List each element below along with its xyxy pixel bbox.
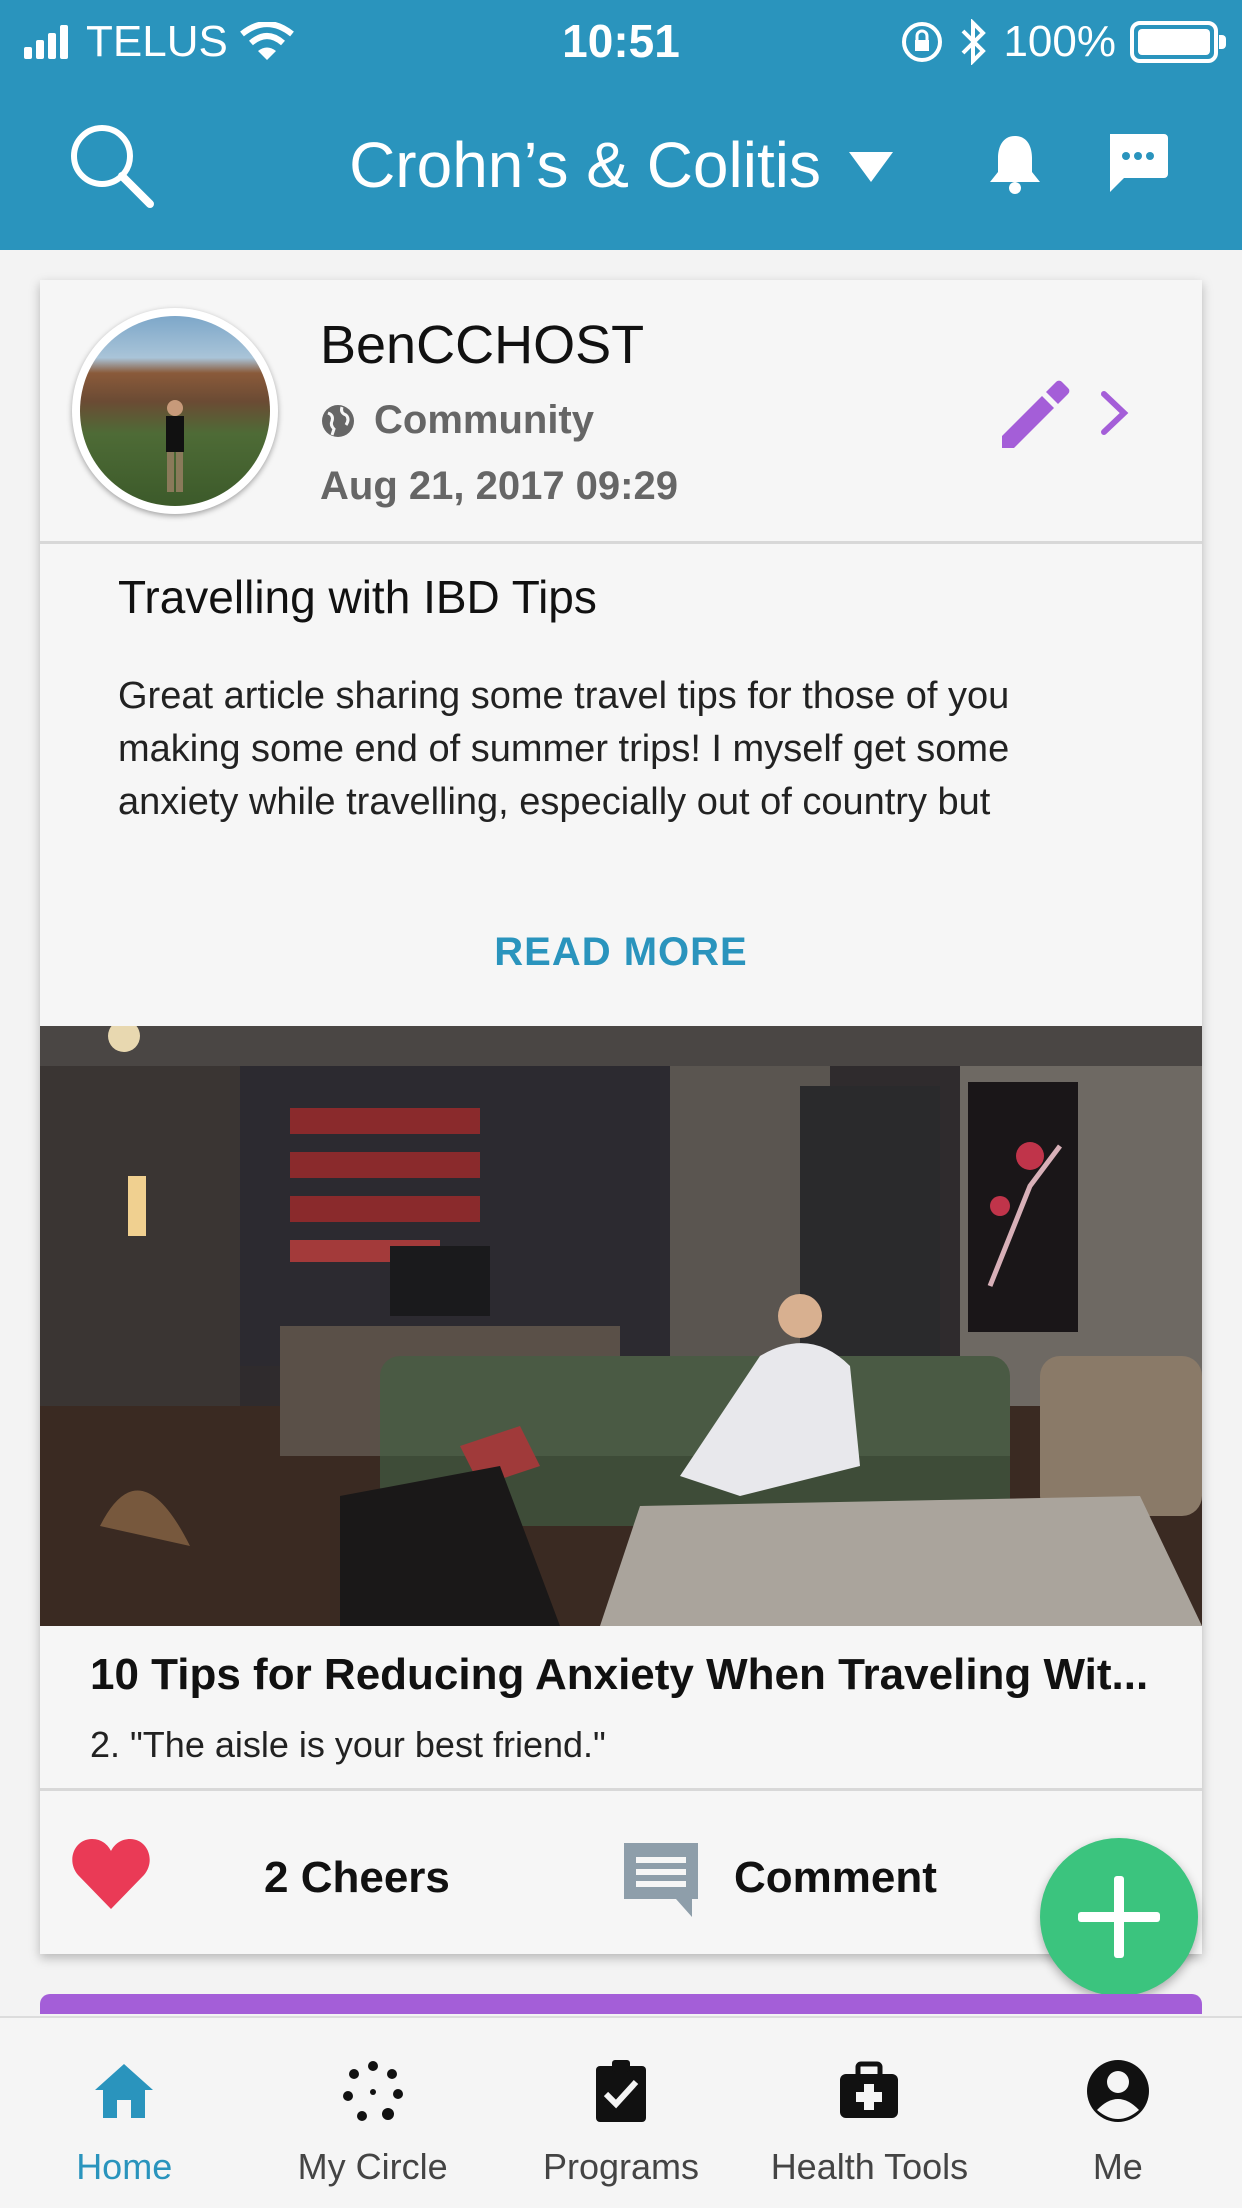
author-name[interactable]: BenCCHOST [320, 314, 644, 376]
comment-icon[interactable] [620, 1839, 702, 1921]
nav-label-my-circle: My Circle [297, 2146, 448, 2187]
cheers-count[interactable]: 2 Cheers [264, 1853, 450, 1903]
battery-icon [1130, 21, 1226, 63]
post-body: Great article sharing some travel tips f… [118, 675, 1010, 823]
nav-label-health-tools: Health Tools [770, 2146, 969, 2187]
clipboard-check-icon [596, 2060, 647, 2122]
account-icon [1086, 2060, 1149, 2122]
link-description: 2. "The aisle is your best friend." [90, 1724, 606, 1765]
hotel-room-photo [40, 1026, 1202, 1626]
bluetooth-icon [962, 19, 987, 65]
dropdown-caret-icon [848, 152, 893, 182]
post-date: Aug 21, 2017 09:29 [320, 464, 678, 508]
community-selector[interactable]: Crohn’s & Colitis [0, 128, 1242, 202]
person-figure [166, 400, 184, 492]
top-bar: TELUS 10:51 100% Crohn’s & Colitis [0, 0, 1242, 250]
rotation-lock-icon [902, 22, 943, 62]
battery-percent: 100% [1003, 17, 1116, 66]
community-title: Crohn’s & Colitis [349, 129, 821, 201]
nav-item-home[interactable]: Home [0, 2018, 248, 2208]
visibility-row: Community [320, 398, 594, 443]
nav-item-programs[interactable]: Programs [497, 2018, 745, 2208]
action-bar: 2 Cheers Comment [40, 1788, 1202, 1954]
post-card: BenCCHOST Community Aug 21, 2017 09:29 T… [40, 280, 1202, 1954]
nav-label-me: Me [1092, 2146, 1143, 2187]
avatar[interactable] [72, 308, 278, 514]
post-image[interactable] [40, 1026, 1202, 1626]
nav-item-my-circle[interactable]: My Circle [248, 2018, 496, 2208]
nav-item-health-tools[interactable]: Health Tools [745, 2018, 993, 2208]
globe-icon [322, 404, 354, 437]
author-section: BenCCHOST Community Aug 21, 2017 09:29 [40, 280, 1202, 544]
home-icon [95, 2064, 154, 2118]
circle-dots-icon [342, 2061, 403, 2121]
chat-icon[interactable] [1104, 130, 1170, 196]
chevron-right-icon[interactable] [1096, 388, 1132, 438]
read-more-link[interactable]: READ MORE [40, 930, 1202, 975]
nav-label-home: Home [76, 2146, 173, 2187]
status-bar: TELUS 10:51 100% [0, 0, 1242, 86]
bell-icon[interactable] [986, 132, 1044, 194]
app-header: Crohn’s & Colitis [0, 100, 1242, 230]
pencil-icon[interactable] [998, 376, 1072, 450]
heart-icon[interactable] [70, 1835, 152, 1911]
avatar-photo [80, 316, 270, 506]
link-title[interactable]: 10 Tips for Reducing Anxiety When Travel… [90, 1650, 1170, 1700]
visibility-label: Community [374, 398, 594, 442]
post-title[interactable]: Travelling with IBD Tips [118, 570, 597, 624]
bottom-nav: Home My Circle Programs Health Tools Me [0, 2016, 1242, 2208]
next-post-card-edge [40, 1994, 1202, 2014]
status-right-group: 100% [899, 14, 1226, 70]
medical-kit-icon [840, 2061, 899, 2118]
nav-item-me[interactable]: Me [994, 2018, 1242, 2208]
nav-label-programs: Programs [542, 2146, 700, 2187]
comment-button[interactable]: Comment [734, 1853, 937, 1903]
add-post-button[interactable] [1040, 1838, 1198, 1996]
